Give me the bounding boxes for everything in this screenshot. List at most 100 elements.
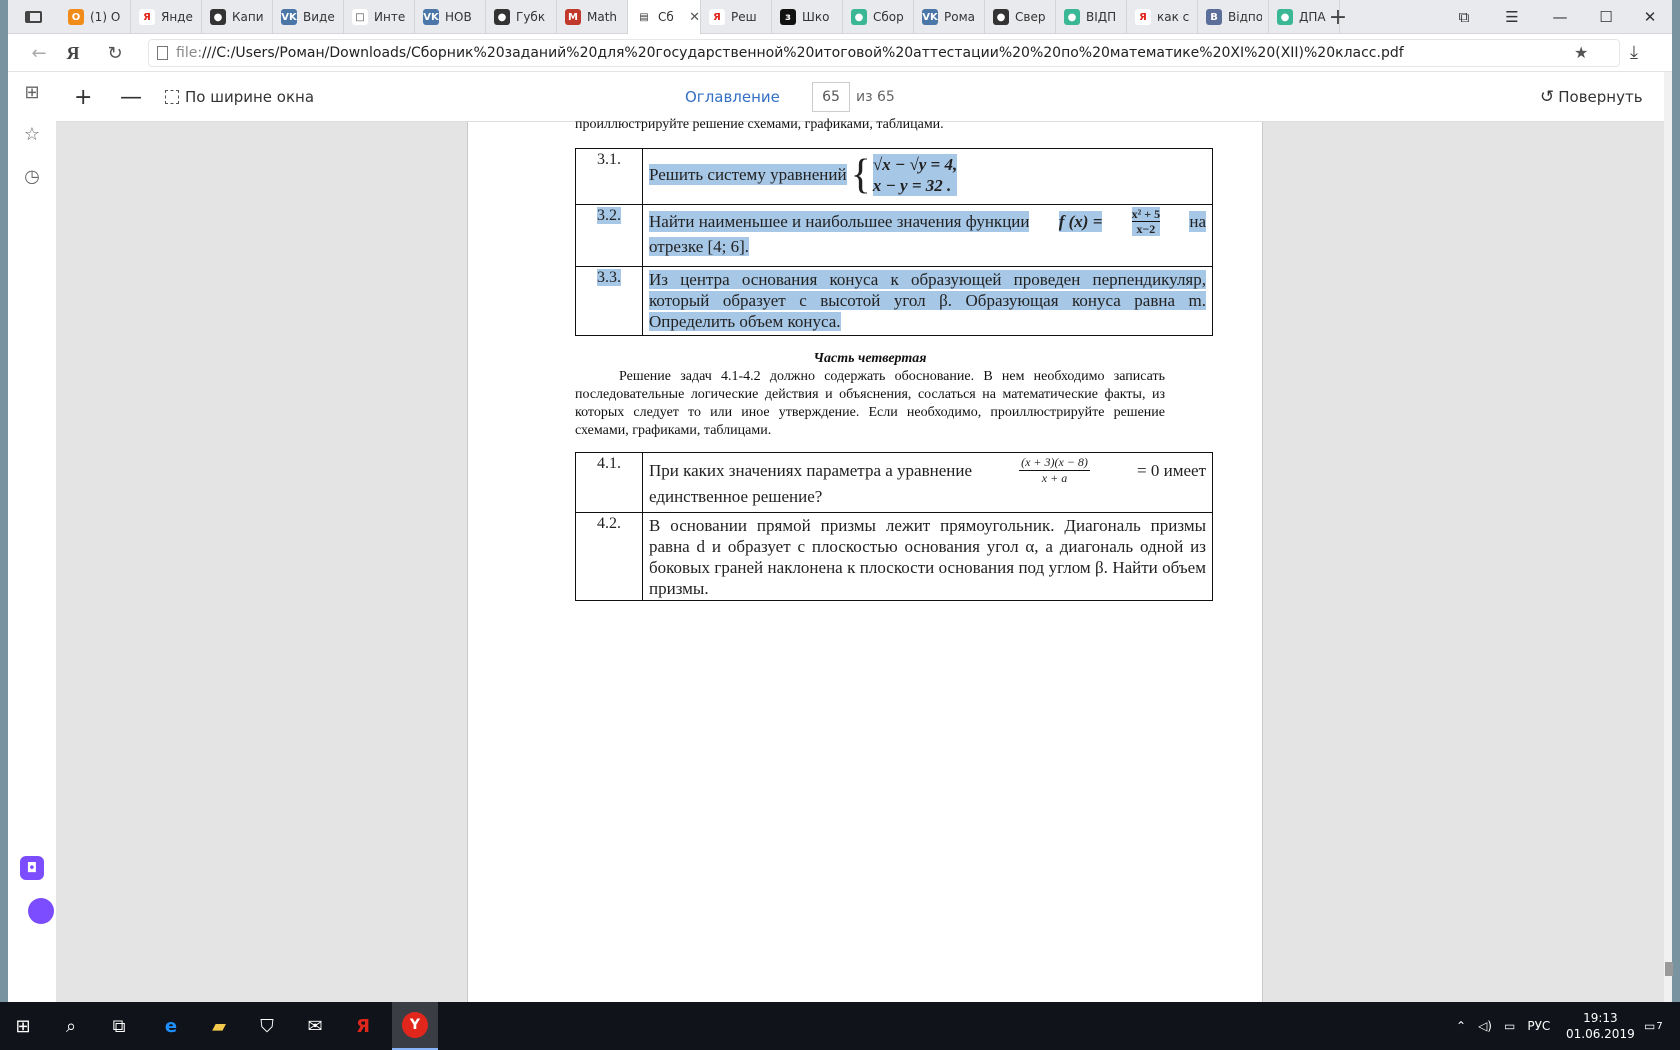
url-field[interactable]: file: ///C:/Users/Роман/Downloads/Сборни…: [148, 39, 1620, 67]
tab-favicon-icon: В: [1206, 9, 1222, 25]
tab-close-icon[interactable]: ✕: [689, 10, 700, 25]
mail-icon[interactable]: ✉: [292, 1002, 338, 1050]
alice-assistant-icon[interactable]: [28, 898, 54, 924]
fit-width-button[interactable]: По ширине окна: [165, 72, 314, 122]
browser-tab[interactable]: ● Губк: [486, 0, 557, 34]
search-icon[interactable]: ⌕: [48, 1002, 94, 1050]
reload-button[interactable]: ↻: [98, 34, 132, 72]
rotate-button[interactable]: ↺ Повернуть: [1540, 72, 1643, 122]
address-bar: ← Я ↻ file: ///C:/Users/Роман/Downloads/…: [8, 34, 1672, 72]
edge-browser-icon[interactable]: e: [148, 1002, 194, 1050]
apps-grid-icon[interactable]: ⊞: [20, 80, 44, 104]
tab-favicon-icon: VK: [281, 9, 297, 25]
tab-favicon-icon: VK: [922, 9, 938, 25]
task-text: При каких значениях параметра a уравнени…: [643, 453, 1212, 512]
fit-width-icon: [165, 90, 179, 104]
tab-favicon-icon: ●: [210, 9, 226, 25]
browser-tab[interactable]: □ Инте: [344, 0, 415, 34]
fit-width-label: По ширине окна: [185, 88, 315, 106]
file-explorer-icon[interactable]: ▰: [196, 1002, 242, 1050]
browser-tab[interactable]: ● ВІДП: [1056, 0, 1127, 34]
scrollbar[interactable]: [1664, 72, 1673, 1002]
tab-label: Math: [587, 10, 618, 24]
bookmark-icon[interactable]: ★: [1574, 43, 1588, 62]
browser-tab[interactable]: О (1) О: [60, 0, 131, 34]
browser-tab[interactable]: ▤ Сб ✕: [628, 0, 701, 34]
task-3-2-line1: Найти наименьшее и наибольшее значения ф…: [649, 207, 1206, 236]
zoom-in-button[interactable]: +: [74, 72, 92, 122]
tab-favicon-icon: ●: [1277, 9, 1293, 25]
browser-tab[interactable]: В Відпо: [1198, 0, 1269, 34]
task-row-4-1: 4.1. При каких значениях параметра a ура…: [576, 453, 1212, 512]
task-4-2-text: В основании прямой призмы лежит прямоуго…: [649, 516, 1206, 598]
tab-label: Сб: [658, 10, 674, 24]
zoom-out-button[interactable]: —: [120, 72, 142, 122]
browser-tab[interactable]: ● Капи: [202, 0, 273, 34]
equation-fraction: (x + 3)(x − 8) x + a: [1019, 455, 1090, 486]
browser-tab[interactable]: VK Виде: [273, 0, 344, 34]
bookmarks-star-icon[interactable]: ☆: [20, 122, 44, 146]
browser-tab[interactable]: Якак с: [1127, 0, 1198, 34]
fraction-numerator: (x + 3)(x − 8): [1019, 455, 1090, 471]
task-3-3-text: Из центра основания конуса к образующей …: [649, 270, 1206, 331]
browser-tab[interactable]: M Math: [557, 0, 628, 34]
browser-tab[interactable]: з Шко: [772, 0, 843, 34]
clock[interactable]: 19:13 01.06.2019: [1566, 1002, 1635, 1050]
tab-favicon-icon: ●: [494, 9, 510, 25]
function-label: f (x) =: [1058, 211, 1103, 232]
tab-favicon-icon: ●: [993, 9, 1009, 25]
tab-label: НОВ: [445, 10, 472, 24]
minimize-button[interactable]: —: [1536, 0, 1584, 34]
keyboard-lang[interactable]: РУС: [1527, 1019, 1550, 1033]
yandex-app-icon[interactable]: Я: [340, 1002, 386, 1050]
tab-favicon-icon: Я: [139, 9, 155, 25]
maximize-button[interactable]: ☐: [1582, 0, 1630, 34]
toc-button[interactable]: Оглавление: [685, 72, 780, 122]
task-text: Решить систему уравнений { √x − √y = 4, …: [643, 149, 1212, 204]
tab-favicon-icon: з: [780, 9, 796, 25]
tab-strip: О (1) О Я Янде ● Капи VK Виде □ Инте VK НОВ ● Губк M Ma…: [60, 0, 1340, 34]
store-icon[interactable]: ⛉: [244, 1002, 290, 1050]
scroll-thumb[interactable]: [1665, 962, 1673, 976]
yandex-browser-icon[interactable]: Y: [392, 1002, 438, 1050]
task-4-1-tail: = 0 имеет: [1137, 461, 1206, 480]
browser-tab[interactable]: VK Рома: [914, 0, 985, 34]
browser-tab[interactable]: ● Сбор: [843, 0, 914, 34]
browser-tab[interactable]: Я Реш: [701, 0, 772, 34]
volume-icon[interactable]: ◁): [1478, 1019, 1492, 1033]
page-number-input[interactable]: 65: [812, 82, 850, 112]
tab-manager-icon[interactable]: ⧉: [1440, 0, 1488, 34]
notifications-button[interactable]: ▭ 7: [1644, 1002, 1663, 1050]
part4-table: 4.1. При каких значениях параметра a ура…: [575, 452, 1213, 601]
messenger-icon[interactable]: ◘: [20, 856, 44, 880]
tab-label: как с: [1157, 10, 1190, 24]
yandex-home-button[interactable]: Я: [56, 34, 90, 72]
network-icon[interactable]: ▭: [1504, 1019, 1515, 1033]
task-text: Найти наименьшее и наибольшее значения ф…: [643, 205, 1212, 266]
tray-chevron-icon[interactable]: ⌃: [1456, 1019, 1466, 1033]
tab-label: Відпо: [1228, 10, 1262, 24]
download-icon[interactable]: ⤓: [1630, 42, 1638, 63]
tab-label: Губк: [516, 10, 546, 24]
tab-favicon-icon: ▤: [636, 9, 652, 25]
back-button[interactable]: ←: [22, 34, 56, 72]
tab-label: Сбор: [873, 10, 904, 24]
browser-tab[interactable]: ● Свер: [985, 0, 1056, 34]
browser-tab[interactable]: VK НОВ: [415, 0, 486, 34]
intro-tail-text: проиллюстрируйте решение схемами, график…: [575, 117, 944, 132]
fraction-denominator: x + a: [1041, 471, 1068, 485]
task-number: 3.3.: [576, 267, 643, 335]
new-tab-button[interactable]: +: [1321, 0, 1355, 34]
sidebar-toggle-button[interactable]: [8, 0, 58, 34]
notifications-icon: ▭: [1644, 1019, 1656, 1033]
tab-favicon-icon: VK: [423, 9, 439, 25]
close-window-button[interactable]: ✕: [1626, 0, 1674, 34]
browser-tab[interactable]: Я Янде: [131, 0, 202, 34]
windows-start-icon[interactable]: ⊞: [0, 1002, 46, 1050]
task-4-1-text: При каких значениях параметра a уравнени…: [649, 461, 972, 480]
menu-icon[interactable]: ☰: [1488, 0, 1536, 34]
task-view-icon[interactable]: ⧉: [96, 1002, 142, 1050]
history-clock-icon[interactable]: ◷: [20, 164, 44, 188]
pdf-viewport: проиллюстрируйте решение схемами, график…: [56, 117, 1664, 1002]
tab-label: Шко: [802, 10, 830, 24]
